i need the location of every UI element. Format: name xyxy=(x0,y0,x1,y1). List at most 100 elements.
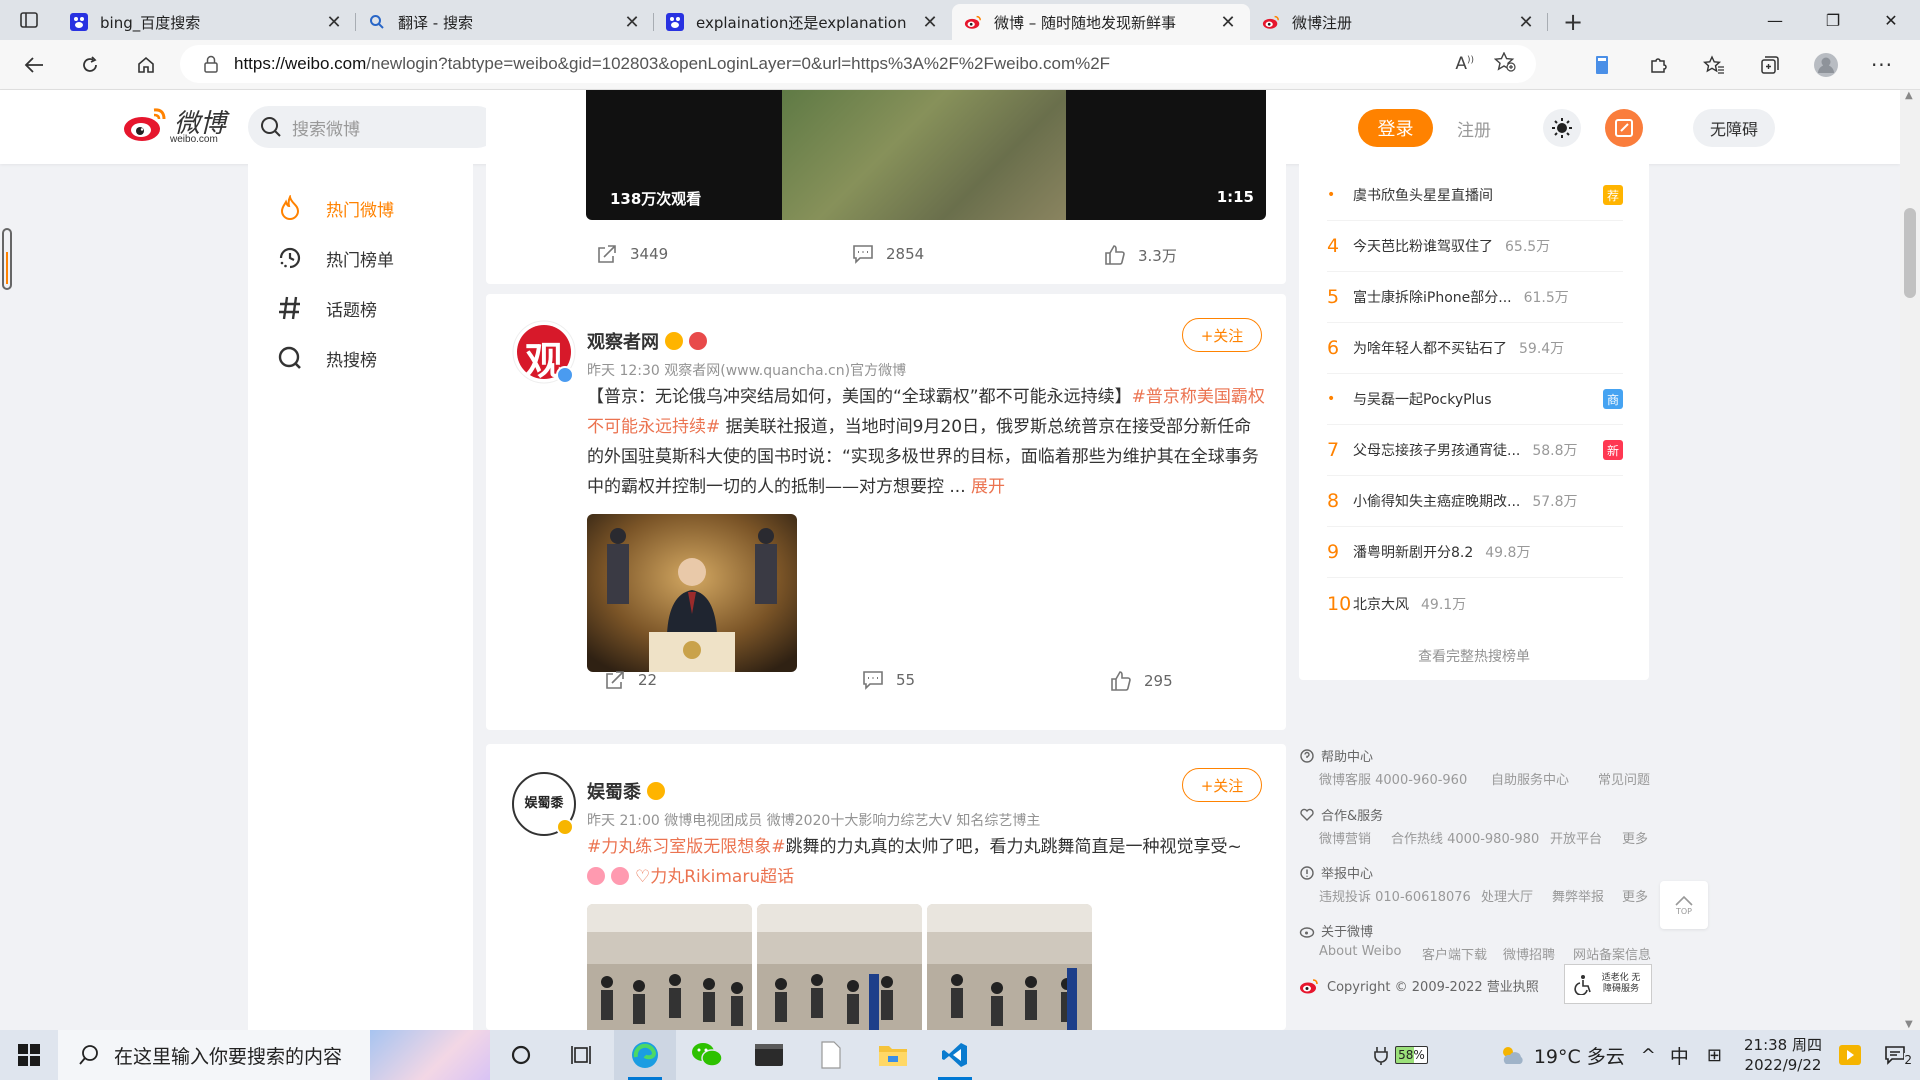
keyboard-layout-icon[interactable]: ⊞ xyxy=(1707,1045,1722,1066)
notification-center-button[interactable]: 2 xyxy=(1870,1045,1920,1067)
taskbar-wechat[interactable] xyxy=(676,1030,738,1080)
address-bar[interactable]: https://weibo.com/newlogin?tabtype=weibo… xyxy=(180,45,1536,83)
follow-button[interactable]: +关注 xyxy=(1182,768,1262,802)
footer-link[interactable]: 更多 xyxy=(1622,828,1648,847)
hot-search-item[interactable]: • 与吴磊一起PockyPlus 商 xyxy=(1327,374,1623,425)
like-button[interactable]: 3.3万 xyxy=(1104,244,1177,266)
repost-button[interactable]: 3449 xyxy=(596,244,668,264)
taskbar-search-input[interactable]: 在这里输入你要搜索的内容 xyxy=(58,1030,490,1080)
restore-icon[interactable]: ❐ xyxy=(1804,0,1862,40)
browser-tab-4[interactable]: 微博 – 随时随地发现新鲜事 ✕ xyxy=(952,4,1250,40)
theme-toggle-button[interactable] xyxy=(1543,109,1581,147)
footer-link[interactable]: 更多 xyxy=(1622,886,1648,905)
tab-actions-button[interactable] xyxy=(0,0,58,40)
login-button[interactable]: 登录 xyxy=(1358,109,1433,147)
comment-button[interactable]: 2854 xyxy=(852,244,924,264)
footer-link[interactable]: 合作热线 4000-980-980 xyxy=(1391,828,1539,847)
minimize-icon[interactable]: — xyxy=(1746,0,1804,40)
add-favorite-icon[interactable] xyxy=(1493,51,1516,76)
hot-search-item[interactable]: 7 父母忘接孩子男孩通宵徒... 58.8万 新 xyxy=(1327,425,1623,476)
elderly-accessibility-badge[interactable]: 适老化 无障碍服务 xyxy=(1564,964,1652,1004)
footer-link[interactable]: 客户端下载 xyxy=(1422,944,1487,963)
browser-tab-1[interactable]: bing_百度搜索 ✕ xyxy=(58,4,356,40)
weibo-logo[interactable]: 微博 weibo.com xyxy=(122,104,226,145)
home-button[interactable] xyxy=(118,45,174,85)
post-image[interactable] xyxy=(927,904,1092,1030)
sidebar-item-hot-search[interactable]: 热搜榜 xyxy=(276,344,377,372)
hot-search-item[interactable]: 4 今天芭比粉谁驾驭住了 65.5万 xyxy=(1327,221,1623,272)
post-image[interactable] xyxy=(757,904,922,1030)
hot-search-item[interactable]: 5 富士康拆除iPhone部分... 61.5万 xyxy=(1327,272,1623,323)
footer-link[interactable]: 常见问题 xyxy=(1598,769,1650,788)
browser-tab-5[interactable]: 微博注册 ✕ xyxy=(1250,4,1548,40)
register-link[interactable]: 注册 xyxy=(1457,116,1491,141)
extensions-button[interactable] xyxy=(1630,45,1686,85)
sidebar-item-hot-list[interactable]: 热门榜单 xyxy=(276,244,394,272)
taskbar-terminal[interactable] xyxy=(738,1030,800,1080)
settings-more-button[interactable]: ··· xyxy=(1854,45,1910,85)
repost-button[interactable]: 22 xyxy=(604,670,657,690)
post-image[interactable] xyxy=(587,904,752,1030)
refresh-button[interactable] xyxy=(62,45,118,85)
expand-link[interactable]: 展开 xyxy=(971,477,1005,497)
read-aloud-icon[interactable]: A)) xyxy=(1455,54,1474,74)
collections-ext-button[interactable] xyxy=(1574,45,1630,85)
cortana-button[interactable] xyxy=(490,1030,552,1080)
task-view-button[interactable] xyxy=(552,1030,614,1080)
comment-button[interactable]: 55 xyxy=(862,670,915,690)
hot-search-item[interactable]: 10 北京大风 49.1万 xyxy=(1327,578,1623,629)
taskbar-vscode[interactable] xyxy=(924,1030,986,1080)
tab-close-icon[interactable]: ✕ xyxy=(1516,12,1536,33)
video-player[interactable]: 138万次观看 1:15 xyxy=(586,90,1266,220)
new-tab-button[interactable]: + xyxy=(1548,4,1598,40)
url-text[interactable]: https://weibo.com/newlogin?tabtype=weibo… xyxy=(234,54,1110,74)
weibo-search-input[interactable]: 搜索微博 xyxy=(248,106,498,148)
taskbar-file-explorer[interactable] xyxy=(862,1030,924,1080)
weather-widget[interactable]: 19°C 多云 xyxy=(1498,1042,1625,1069)
back-to-top-button[interactable]: TOP xyxy=(1660,881,1708,929)
view-full-hot-list-link[interactable]: 查看完整热搜榜单 xyxy=(1299,646,1649,666)
start-button[interactable] xyxy=(0,1030,58,1080)
taskbar-edge[interactable] xyxy=(614,1030,676,1080)
footer-link[interactable]: 开放平台 xyxy=(1550,828,1602,847)
tab-close-icon[interactable]: ✕ xyxy=(920,12,940,33)
footer-link[interactable]: 处理大厅 xyxy=(1481,886,1533,905)
hot-search-item[interactable]: • 虞书欣鱼头星星直播间 荐 xyxy=(1327,170,1623,221)
tab-close-icon[interactable]: ✕ xyxy=(622,12,642,33)
footer-link[interactable]: 自助服务中心 xyxy=(1491,769,1569,788)
post-author[interactable]: 观察者网 xyxy=(587,328,707,354)
media-player-icon[interactable] xyxy=(1830,1045,1870,1065)
footer-link[interactable]: 违规投诉 010-60618076 xyxy=(1319,886,1471,905)
post-hashtag[interactable]: #力丸练习室版无限想象# xyxy=(587,837,786,857)
footer-link[interactable]: 舞弊举报 xyxy=(1552,886,1604,905)
sidebar-item-hot-weibo[interactable]: 热门微博 xyxy=(276,194,394,222)
favorites-button[interactable] xyxy=(1686,45,1742,85)
taskbar-notepad[interactable] xyxy=(800,1030,862,1080)
footer-link[interactable]: 微博客服 4000-960-960 xyxy=(1319,769,1467,788)
ime-indicator[interactable]: 中 xyxy=(1670,1042,1689,1069)
sidebar-item-topics[interactable]: 话题榜 xyxy=(276,294,377,322)
profile-button[interactable] xyxy=(1798,45,1854,85)
taskbar-clock[interactable]: 21:38 周四 2022/9/22 xyxy=(1736,1035,1830,1075)
footer-link[interactable]: About Weibo xyxy=(1319,944,1401,959)
collections-button[interactable] xyxy=(1742,45,1798,85)
post-author[interactable]: 娱蜀黍 xyxy=(587,778,665,804)
follow-button[interactable]: +关注 xyxy=(1182,318,1262,352)
close-window-icon[interactable]: ✕ xyxy=(1862,0,1920,40)
scrollbar-thumb[interactable] xyxy=(1904,208,1916,298)
chevron-up-icon[interactable]: ^ xyxy=(1641,1045,1656,1066)
battery-indicator[interactable]: 58% xyxy=(1371,1045,1428,1065)
hot-search-item[interactable]: 8 小偷得知失主癌症晚期改... 57.8万 xyxy=(1327,476,1623,527)
hot-search-item[interactable]: 9 潘粤明新剧开分8.2 49.8万 xyxy=(1327,527,1623,578)
page-scrollbar[interactable]: ▲ ▼ xyxy=(1900,90,1920,1030)
footer-link[interactable]: 微博营销 xyxy=(1319,828,1371,847)
browser-tab-2[interactable]: 翻译 - 搜索 ✕ xyxy=(356,4,654,40)
compose-button[interactable] xyxy=(1605,109,1643,147)
footer-link[interactable]: 微博招聘 xyxy=(1503,944,1555,963)
super-topic-link[interactable]: 力丸Rikimaru超话 xyxy=(650,867,794,887)
browser-tab-3[interactable]: explaination还是explanation ✕ xyxy=(654,4,952,40)
like-button[interactable]: 295 xyxy=(1110,670,1173,692)
hot-search-item[interactable]: 6 为啥年轻人都不买钻石了 59.4万 xyxy=(1327,323,1623,374)
tab-close-icon[interactable]: ✕ xyxy=(324,12,344,33)
post-image[interactable] xyxy=(587,514,797,672)
